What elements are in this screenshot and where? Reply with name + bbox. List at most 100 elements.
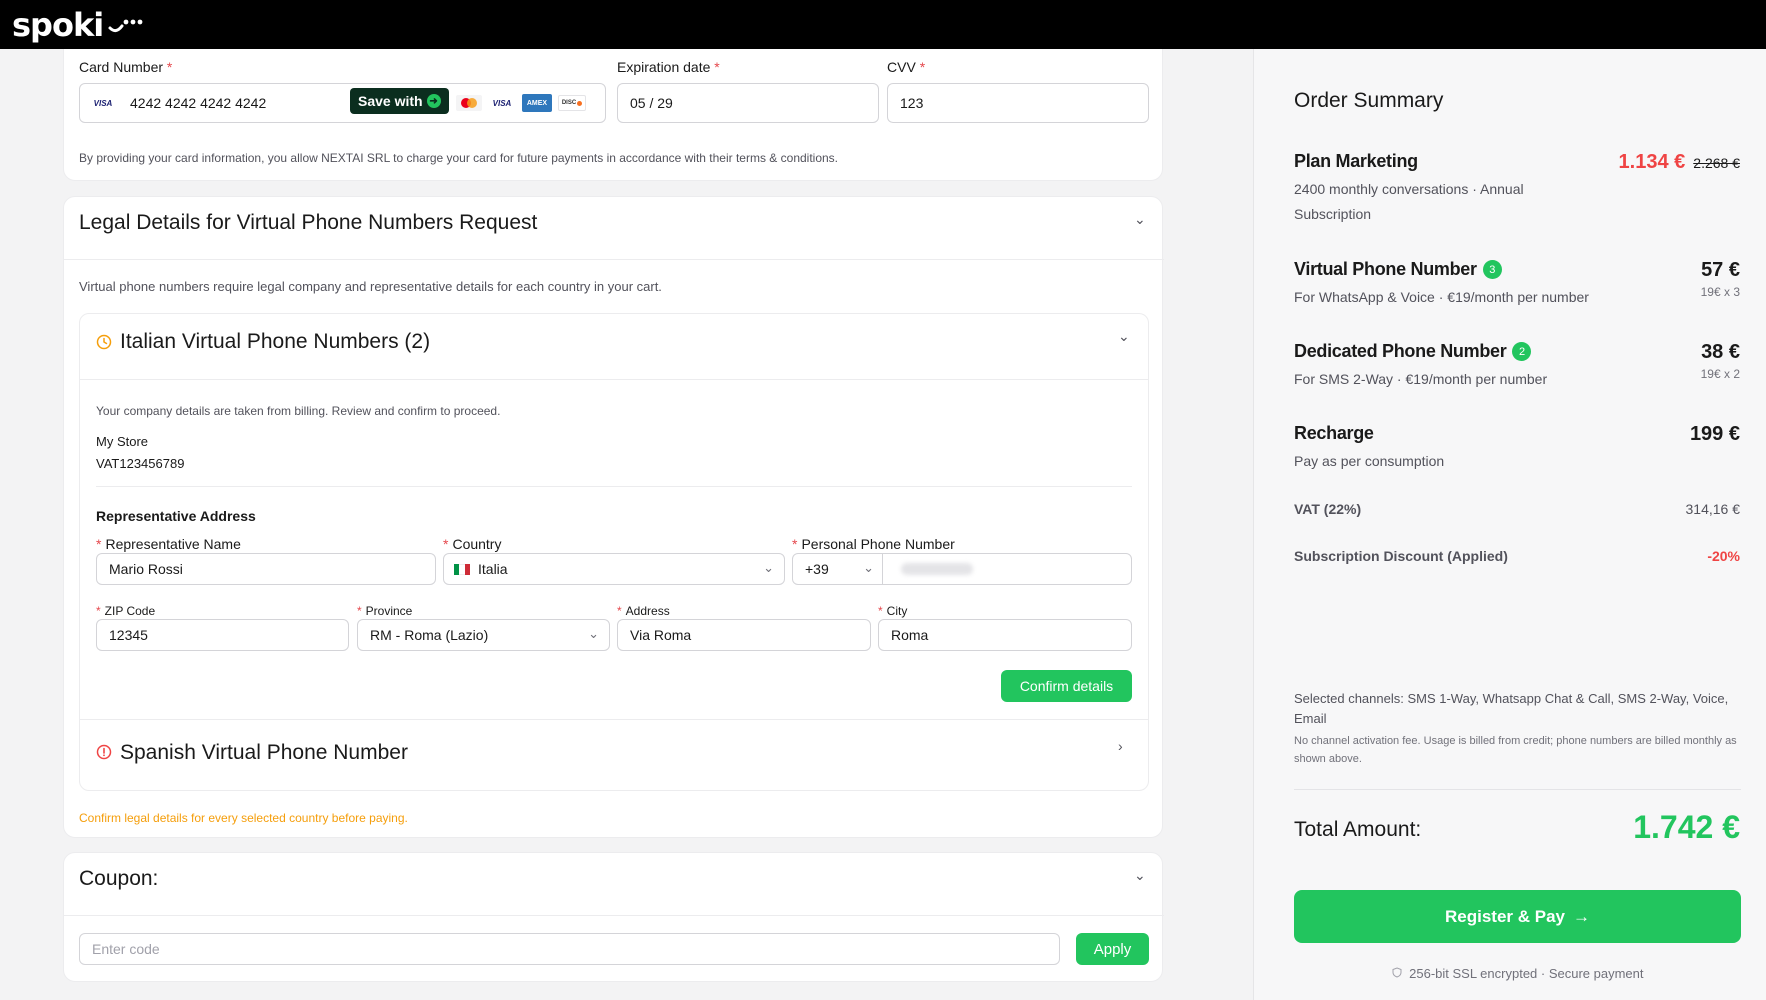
rep-name-label: * Representative Name bbox=[96, 536, 241, 552]
total-label: Total Amount: bbox=[1294, 818, 1422, 841]
chevron-down-icon: ⌄ bbox=[588, 626, 599, 641]
rep-name-input[interactable]: Mario Rossi bbox=[96, 553, 436, 585]
city-input[interactable]: Roma bbox=[878, 619, 1132, 651]
secure-text: 256-bit SSL encrypted · Secure payment bbox=[1409, 966, 1644, 981]
card-consent-text: By providing your card information, you … bbox=[79, 151, 839, 165]
register-pay-button[interactable]: Register & Pay → bbox=[1294, 890, 1741, 943]
country-label: * Country bbox=[443, 536, 502, 552]
virtual-number-calc: 19€ x 3 bbox=[1700, 285, 1740, 299]
cvv-label: CVV * bbox=[887, 59, 926, 75]
divider bbox=[64, 915, 1164, 916]
divider bbox=[80, 379, 1148, 380]
virtual-number-name: Virtual Phone Number 3 bbox=[1294, 259, 1502, 280]
chevron-down-icon: ⌄ bbox=[863, 560, 874, 575]
virtual-number-price: 57 € bbox=[1701, 259, 1740, 281]
card-number-label: Card Number * bbox=[79, 59, 173, 75]
legal-details-title: Legal Details for Virtual Phone Numbers … bbox=[79, 211, 538, 234]
cvv-value: 123 bbox=[900, 95, 924, 111]
spoki-logo[interactable]: spoki bbox=[12, 6, 145, 44]
chevron-down-icon[interactable]: ⌄ bbox=[1118, 328, 1132, 344]
coupon-placeholder: Enter code bbox=[92, 941, 160, 957]
discover-icon: DISC bbox=[558, 95, 586, 111]
city-label: * City bbox=[878, 604, 908, 618]
plan-old-price: 2.268 € bbox=[1693, 155, 1740, 171]
vat-label: VAT (22%) bbox=[1294, 501, 1362, 517]
address-value: Via Roma bbox=[630, 627, 692, 643]
register-pay-label: Register & Pay bbox=[1445, 906, 1565, 926]
coupon-card: Coupon: ⌄ Enter code Apply bbox=[63, 852, 1164, 982]
zip-value: 12345 bbox=[109, 627, 148, 643]
chevron-right-icon[interactable]: › bbox=[1118, 738, 1132, 754]
coupon-title: Coupon: bbox=[79, 867, 159, 890]
plan-price: 1.134 € bbox=[1618, 151, 1686, 173]
phone-label: * Personal Phone Number bbox=[792, 536, 955, 552]
province-value: RM - Roma (Lazio) bbox=[370, 627, 489, 643]
brand-name: spoki bbox=[12, 5, 104, 44]
discount-label: Subscription Discount (Applied) bbox=[1294, 548, 1508, 564]
confirm-details-button[interactable]: Confirm details bbox=[1001, 670, 1132, 702]
save-with-link-button[interactable]: Save with ➜ bbox=[350, 88, 449, 114]
logo-mark-icon bbox=[107, 14, 145, 36]
blurred-phone-number bbox=[901, 563, 973, 575]
chevron-down-icon[interactable]: ⌄ bbox=[1134, 211, 1148, 227]
province-label: * Province bbox=[357, 604, 413, 618]
divider bbox=[1294, 789, 1741, 790]
spanish-panel-title[interactable]: Spanish Virtual Phone Number bbox=[120, 741, 408, 765]
recharge-sub: Pay as per consumption bbox=[1294, 453, 1445, 469]
payment-card: Card Number * VISA 4242 4242 4242 4242 S… bbox=[63, 49, 1163, 181]
expiry-label: Expiration date * bbox=[617, 59, 720, 75]
visa-brand-icon: VISA bbox=[492, 98, 512, 108]
zip-label: * ZIP Code bbox=[96, 604, 156, 618]
dedicated-number-sub: For SMS 2-Way · €19/month per number bbox=[1294, 371, 1548, 387]
quantity-badge: 3 bbox=[1482, 260, 1502, 279]
apply-coupon-button[interactable]: Apply bbox=[1076, 933, 1149, 965]
card-number-value: 4242 4242 4242 4242 bbox=[130, 95, 267, 111]
virtual-number-sub: For WhatsApp & Voice · €19/month per num… bbox=[1294, 289, 1589, 305]
zip-input[interactable]: 12345 bbox=[96, 619, 349, 651]
dedicated-number-name: Dedicated Phone Number 2 bbox=[1294, 341, 1532, 362]
italy-flag-icon bbox=[454, 563, 470, 575]
legal-intro-text: Virtual phone numbers require legal comp… bbox=[79, 279, 662, 294]
expiry-value: 05 / 29 bbox=[630, 95, 673, 111]
dedicated-number-price: 38 € bbox=[1701, 341, 1740, 363]
recharge-price: 199 € bbox=[1689, 423, 1740, 445]
legal-warning-text: Confirm legal details for every selected… bbox=[79, 811, 408, 825]
italian-panel-title[interactable]: Italian Virtual Phone Numbers (2) bbox=[120, 330, 430, 354]
recharge-name: Recharge bbox=[1294, 423, 1374, 443]
error-alert-icon bbox=[96, 744, 112, 765]
divider bbox=[96, 486, 1132, 487]
chevron-down-icon[interactable]: ⌄ bbox=[1134, 867, 1148, 883]
cvv-field[interactable]: 123 bbox=[887, 83, 1149, 123]
rep-address-heading: Representative Address bbox=[96, 508, 256, 524]
italian-numbers-panel: Italian Virtual Phone Numbers (2) ⌄ Your… bbox=[79, 313, 1149, 791]
phone-prefix-value: +39 bbox=[805, 561, 829, 577]
discover-text: DISC bbox=[561, 100, 577, 106]
legal-details-card: Legal Details for Virtual Phone Numbers … bbox=[63, 196, 1164, 838]
discount-value: -20% bbox=[1707, 548, 1740, 564]
amex-icon: AMEX bbox=[522, 94, 552, 112]
country-select[interactable]: Italia ⌄ bbox=[443, 553, 785, 585]
mastercard-icon bbox=[456, 95, 482, 111]
company-vat: VAT123456789 bbox=[96, 456, 185, 471]
expiry-field[interactable]: 05 / 29 bbox=[617, 83, 879, 123]
phone-prefix-select[interactable]: +39 ⌄ bbox=[792, 553, 883, 585]
vat-value: 314,16 € bbox=[1685, 501, 1741, 517]
chevron-down-icon: ⌄ bbox=[763, 560, 774, 575]
address-label: * Address bbox=[617, 604, 670, 618]
company-name: My Store bbox=[96, 434, 149, 449]
phone-number-input[interactable] bbox=[882, 553, 1132, 585]
plan-marketing-sub: 2400 monthly conversations · Annual Subs… bbox=[1294, 181, 1524, 222]
checkout-main: Card Number * VISA 4242 4242 4242 4242 S… bbox=[0, 49, 1253, 1000]
billing-note: Your company details are taken from bill… bbox=[96, 404, 501, 418]
address-input[interactable]: Via Roma bbox=[617, 619, 871, 651]
dedicated-number-calc: 19€ x 2 bbox=[1700, 367, 1740, 381]
secure-payment-note: 256-bit SSL encrypted · Secure payment bbox=[1294, 966, 1741, 981]
total-value: 1.742 € bbox=[1633, 809, 1740, 845]
pending-clock-icon bbox=[96, 334, 112, 355]
country-value: Italia bbox=[478, 561, 508, 577]
coupon-input[interactable]: Enter code bbox=[79, 933, 1060, 965]
divider bbox=[64, 259, 1164, 260]
city-value: Roma bbox=[891, 627, 929, 643]
province-select[interactable]: RM - Roma (Lazio) ⌄ bbox=[357, 619, 610, 651]
arrow-right-icon: → bbox=[1573, 906, 1590, 926]
